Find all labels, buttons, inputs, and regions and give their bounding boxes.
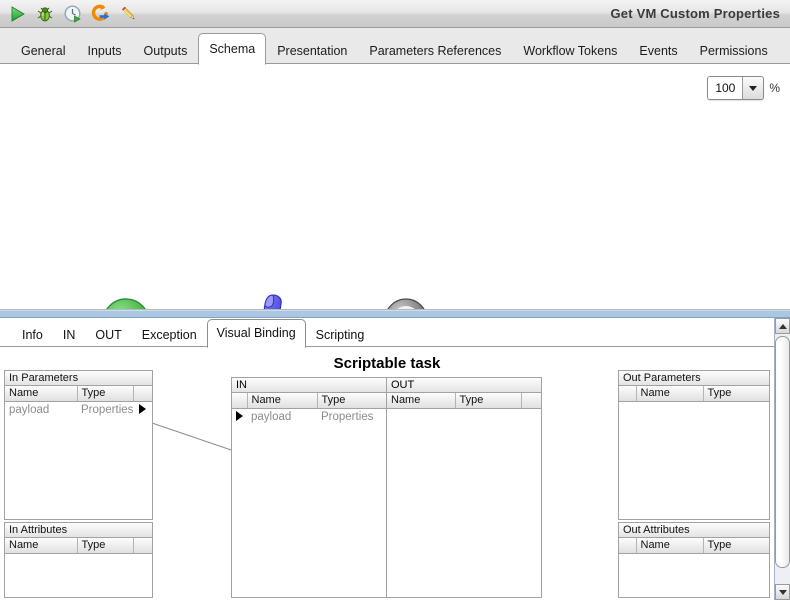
run-icon[interactable] bbox=[6, 3, 28, 25]
triangle-right-icon bbox=[236, 411, 243, 422]
task-in-section: IN Name Type payload Properties bbox=[232, 378, 387, 597]
column-header-type[interactable]: Type bbox=[703, 538, 769, 554]
subtab-in[interactable]: IN bbox=[53, 322, 86, 348]
tab-parameters-references[interactable]: Parameters References bbox=[358, 37, 512, 65]
start-node[interactable] bbox=[100, 296, 152, 309]
scroll-up-button[interactable] bbox=[775, 318, 790, 334]
column-header-name[interactable]: Name bbox=[247, 393, 318, 409]
debug-icon[interactable] bbox=[34, 3, 56, 25]
column-header-marker[interactable] bbox=[619, 538, 637, 554]
triangle-right-icon bbox=[139, 404, 146, 415]
out-parameters-title: Out Parameters bbox=[619, 371, 769, 386]
tab-outputs[interactable]: Outputs bbox=[133, 37, 199, 65]
column-header-spacer[interactable] bbox=[521, 393, 541, 409]
column-header-type[interactable]: Type bbox=[455, 393, 522, 409]
schema-canvas[interactable]: 100 % bbox=[0, 64, 790, 310]
task-out-section: OUT Name Type bbox=[387, 378, 541, 597]
column-header-spacer[interactable] bbox=[133, 386, 152, 402]
subtab-info[interactable]: Info bbox=[12, 322, 53, 348]
task-binding-panel: IN Name Type payload Properties OUT Name… bbox=[231, 377, 542, 598]
tab-inputs[interactable]: Inputs bbox=[76, 37, 132, 65]
cell-type: Properties bbox=[321, 411, 374, 423]
out-attributes-table: Name Type bbox=[619, 538, 769, 554]
in-parameters-title: In Parameters bbox=[5, 371, 152, 386]
main-tabbar: General Inputs Outputs Schema Presentati… bbox=[0, 28, 790, 65]
horizontal-splitter[interactable] bbox=[0, 310, 790, 318]
sub-tabbar: Info IN OUT Exception Visual Binding Scr… bbox=[0, 318, 774, 348]
subtab-scripting[interactable]: Scripting bbox=[306, 322, 375, 348]
task-in-table: Name Type payload Properties bbox=[232, 393, 386, 426]
column-header-name[interactable]: Name bbox=[636, 386, 704, 402]
table-header-row: Name Type bbox=[5, 386, 152, 402]
tab-permissions[interactable]: Permissions bbox=[689, 37, 779, 65]
scroll-down-button[interactable] bbox=[775, 584, 790, 600]
in-attributes-panel: In Attributes Name Type bbox=[4, 522, 153, 598]
main-tabstrip: General Inputs Outputs Schema Presentati… bbox=[10, 32, 779, 65]
column-header-type[interactable]: Type bbox=[77, 386, 134, 402]
out-parameters-panel: Out Parameters Name Type bbox=[618, 370, 770, 520]
tab-workflow-tokens[interactable]: Workflow Tokens bbox=[512, 37, 628, 65]
toolbar: Get VM Custom Properties bbox=[0, 0, 790, 28]
tab-schema[interactable]: Schema bbox=[198, 33, 267, 65]
in-attributes-table: Name Type bbox=[5, 538, 152, 554]
column-header-type[interactable]: Type bbox=[317, 393, 386, 409]
visual-binding-area: In Parameters Name Type payload Properti… bbox=[0, 347, 774, 600]
table-header-row: Name Type bbox=[619, 386, 769, 402]
toolbar-button-group bbox=[0, 3, 140, 25]
vertical-scrollbar[interactable] bbox=[774, 318, 790, 600]
cell-name: payload bbox=[9, 404, 50, 416]
table-row[interactable]: payload Properties bbox=[232, 408, 386, 426]
table-header-row: Name Type bbox=[232, 393, 386, 409]
in-parameters-table: Name Type payload Properties bbox=[5, 386, 152, 419]
column-header-spacer[interactable] bbox=[133, 538, 152, 554]
subtab-exception[interactable]: Exception bbox=[132, 322, 207, 348]
column-header-name[interactable]: Name bbox=[5, 386, 78, 402]
task-out-table: Name Type bbox=[387, 393, 541, 409]
tab-general[interactable]: General bbox=[10, 37, 76, 65]
task-out-title: OUT bbox=[387, 378, 541, 393]
column-header-name[interactable]: Name bbox=[387, 393, 456, 409]
scrollbar-thumb[interactable] bbox=[775, 336, 790, 568]
table-header-row: Name Type bbox=[387, 393, 541, 409]
binding-handle[interactable] bbox=[133, 401, 152, 419]
element-properties-panel: Info IN OUT Exception Visual Binding Scr… bbox=[0, 318, 790, 600]
column-header-type[interactable]: Type bbox=[703, 386, 769, 402]
subtab-visual-binding[interactable]: Visual Binding bbox=[206, 319, 306, 348]
subtab-out[interactable]: OUT bbox=[85, 322, 131, 348]
tab-events[interactable]: Events bbox=[628, 37, 688, 65]
table-header-row: Name Type bbox=[619, 538, 769, 554]
column-header-marker[interactable] bbox=[232, 393, 248, 409]
out-attributes-title: Out Attributes bbox=[619, 523, 769, 538]
schedule-icon[interactable] bbox=[62, 3, 84, 25]
sub-tabstrip: Info IN OUT Exception Visual Binding Scr… bbox=[12, 318, 375, 348]
in-parameters-panel: In Parameters Name Type payload Properti… bbox=[4, 370, 153, 520]
out-parameters-table: Name Type bbox=[619, 386, 769, 402]
binding-handle[interactable] bbox=[232, 408, 247, 426]
out-attributes-panel: Out Attributes Name Type bbox=[618, 522, 770, 598]
caret-down-icon bbox=[778, 589, 787, 595]
end-node[interactable] bbox=[382, 296, 430, 309]
in-attributes-title: In Attributes bbox=[5, 523, 152, 538]
workflow-editor-window: Get VM Custom Properties General Inputs … bbox=[0, 0, 790, 600]
workflow-diagram: Scriptable task bbox=[0, 64, 790, 309]
table-row[interactable]: payload Properties bbox=[5, 401, 152, 419]
column-header-name[interactable]: Name bbox=[636, 538, 704, 554]
window-title: Get VM Custom Properties bbox=[610, 6, 780, 21]
run-workflow-icon[interactable] bbox=[90, 3, 112, 25]
edit-icon[interactable] bbox=[118, 3, 140, 25]
task-in-title: IN bbox=[232, 378, 386, 393]
cell-name: payload bbox=[251, 411, 292, 423]
column-header-marker[interactable] bbox=[619, 386, 637, 402]
caret-up-icon bbox=[778, 323, 787, 329]
scriptable-task-node[interactable]: Scriptable task bbox=[243, 292, 289, 309]
column-header-type[interactable]: Type bbox=[77, 538, 134, 554]
table-header-row: Name Type bbox=[5, 538, 152, 554]
tab-presentation[interactable]: Presentation bbox=[266, 37, 358, 65]
column-header-name[interactable]: Name bbox=[5, 538, 78, 554]
cell-type: Properties bbox=[81, 404, 133, 416]
